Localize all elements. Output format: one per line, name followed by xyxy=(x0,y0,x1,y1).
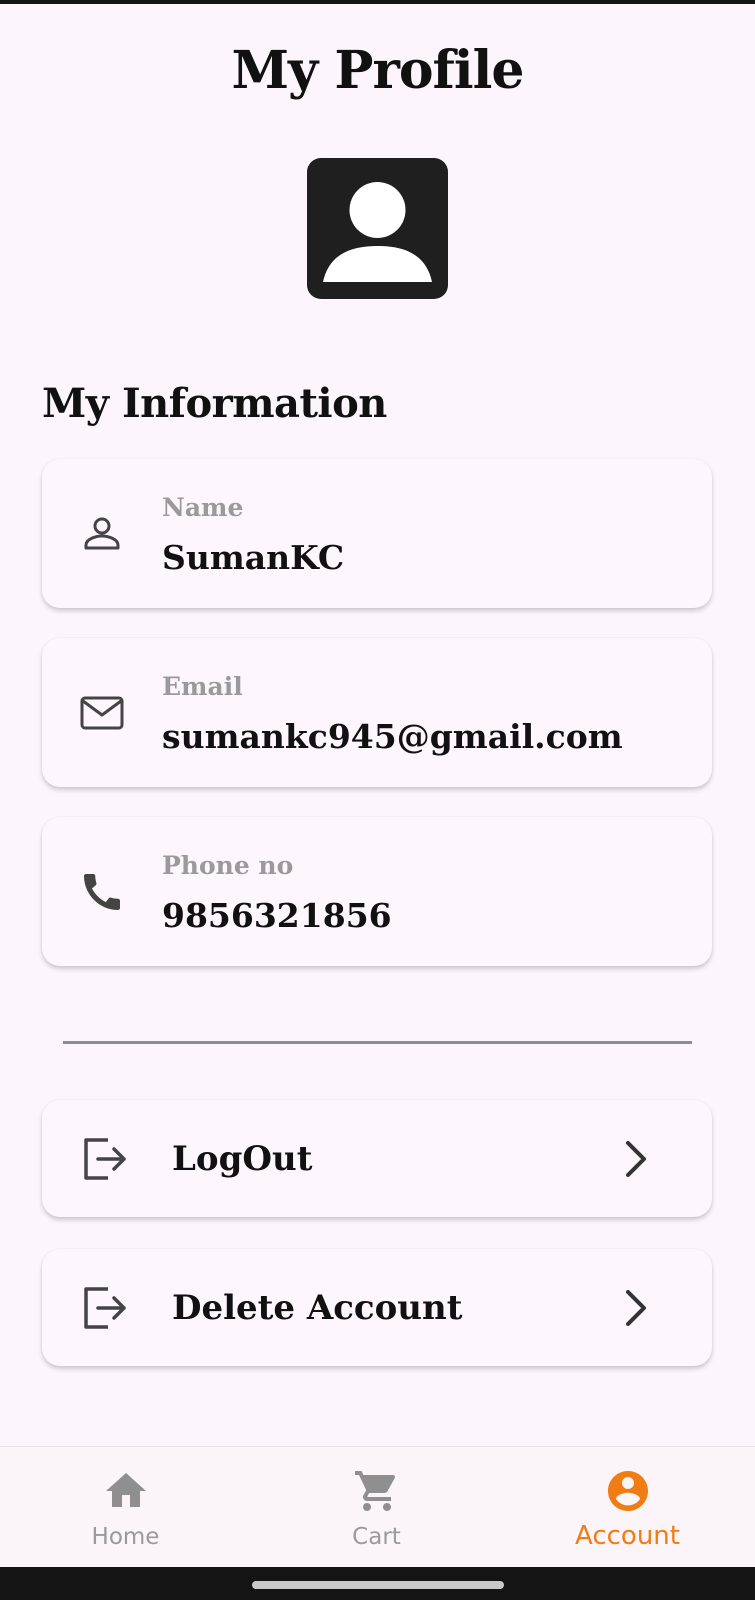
mail-icon xyxy=(80,696,124,729)
phone-card: Phone no 9856321856 xyxy=(42,817,712,966)
divider xyxy=(63,1041,692,1044)
chevron-right-icon xyxy=(626,1140,646,1177)
bottom-navigation: Home Cart Account xyxy=(0,1446,755,1567)
name-value: SumanKC xyxy=(162,538,345,577)
name-card: Name SumanKC xyxy=(42,459,712,608)
account-box-icon xyxy=(323,182,432,282)
section-title: My Information xyxy=(42,380,387,427)
logout-label: LogOut xyxy=(172,1138,313,1179)
nav-home-label: Home xyxy=(91,1524,160,1550)
chevron-right-icon xyxy=(626,1289,646,1326)
profile-avatar[interactable] xyxy=(307,158,448,299)
logout-icon xyxy=(84,1137,126,1180)
cart-icon xyxy=(354,1471,395,1511)
phone-label: Phone no xyxy=(162,851,294,880)
logout-button[interactable]: LogOut xyxy=(42,1100,712,1217)
gesture-bar[interactable] xyxy=(252,1581,504,1589)
profile-screen: My Profile My Information Name SumanKC E… xyxy=(0,4,755,1567)
nav-account[interactable]: Account xyxy=(502,1447,753,1567)
home-icon xyxy=(105,1473,146,1507)
email-value: sumankc945@gmail.com xyxy=(162,717,623,756)
delete-account-label: Delete Account xyxy=(172,1287,463,1328)
name-label: Name xyxy=(162,493,244,522)
phone-value: 9856321856 xyxy=(162,896,392,935)
nav-cart-label: Cart xyxy=(352,1524,401,1550)
delete-account-button[interactable]: Delete Account xyxy=(42,1249,712,1366)
account-circle-icon xyxy=(607,1471,648,1511)
email-card: Email sumankc945@gmail.com xyxy=(42,638,712,787)
nav-home[interactable]: Home xyxy=(0,1447,251,1567)
phone-icon xyxy=(84,873,120,910)
person-icon xyxy=(84,517,120,549)
email-label: Email xyxy=(162,672,243,701)
nav-account-label: Account xyxy=(575,1521,680,1551)
nav-cart[interactable]: Cart xyxy=(251,1447,502,1567)
page-title: My Profile xyxy=(231,40,524,101)
logout-icon xyxy=(84,1286,126,1329)
